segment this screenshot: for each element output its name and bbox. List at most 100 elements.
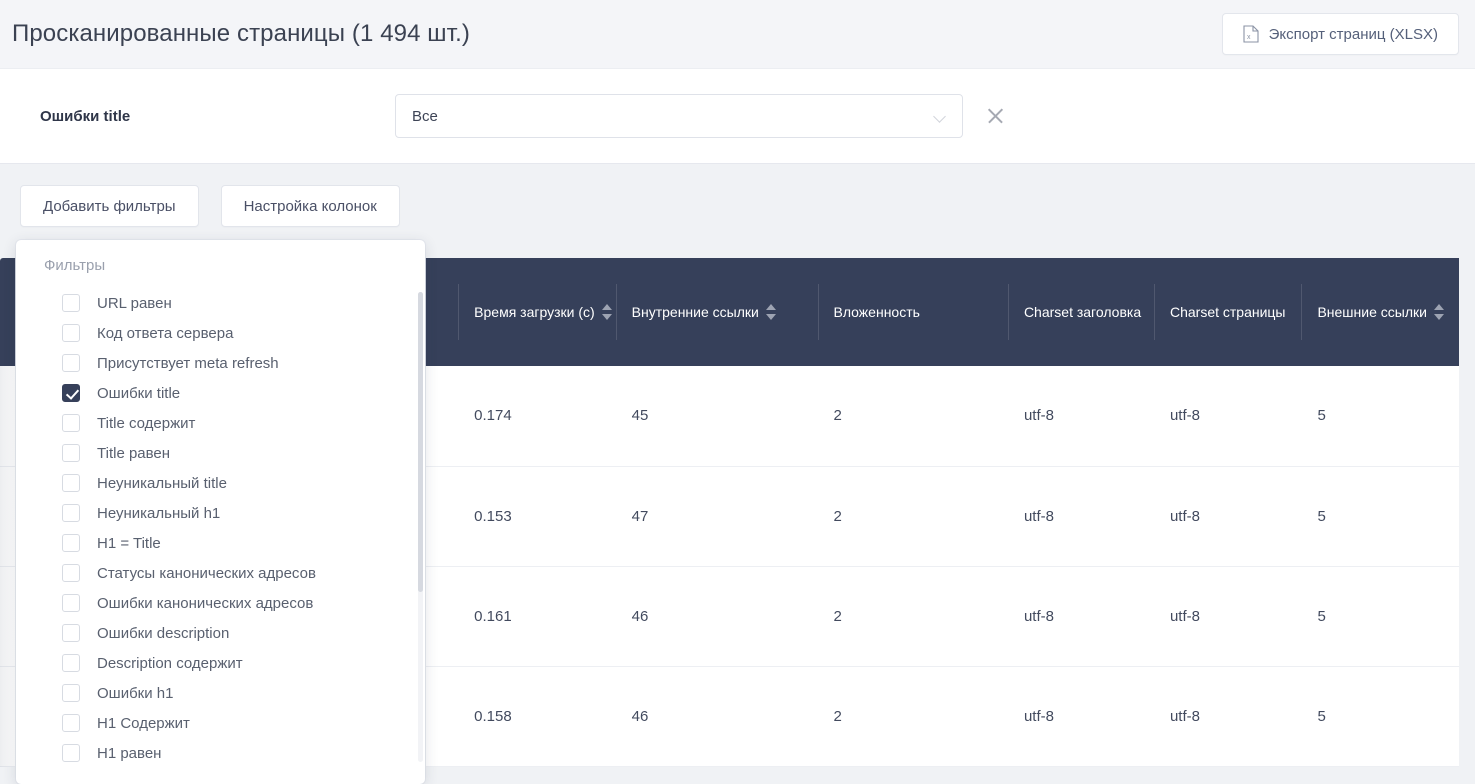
filter-option[interactable]: Неуникальный title: [16, 468, 425, 498]
cell-depth: 2: [817, 666, 1008, 767]
checkbox-icon[interactable]: [62, 684, 80, 702]
checkbox-icon[interactable]: [62, 714, 80, 732]
filter-option[interactable]: H1 = Title: [16, 528, 425, 558]
filter-option-label: Статусы канонических адресов: [97, 564, 316, 582]
cell-charset-page: utf-8: [1153, 666, 1302, 767]
cell-external-links: 5: [1301, 666, 1459, 767]
filter-option[interactable]: Description содержит: [16, 648, 425, 678]
filters-panel-scrollbar[interactable]: [418, 292, 423, 762]
checkbox-checked-icon[interactable]: [62, 384, 80, 402]
filters-dropdown-panel: Фильтры URL равен Код ответа сервера Прису…: [16, 240, 425, 784]
column-header-5: Вложенность: [817, 258, 1008, 366]
cell-internal-links: 46: [615, 666, 818, 767]
filter-option-label: Присутствует meta refresh: [97, 354, 279, 372]
cell-charset-page: utf-8: [1153, 566, 1302, 667]
chevron-down-icon: [934, 112, 948, 121]
column-header-8[interactable]: Внешние ссылки: [1301, 258, 1459, 366]
filter-option-label: Title содержит: [97, 414, 196, 432]
cell-depth: 2: [817, 566, 1008, 667]
filter-option-label: H1 Содержит: [97, 714, 190, 732]
cell-load-time: 0.174: [458, 366, 616, 467]
file-excel-icon: x: [1243, 25, 1259, 43]
checkbox-icon[interactable]: [62, 534, 80, 552]
sort-arrows-icon[interactable]: [601, 302, 612, 322]
filter-option[interactable]: Неуникальный h1: [16, 498, 425, 528]
sort-arrows-icon[interactable]: [1433, 302, 1444, 322]
cell-internal-links: 47: [615, 466, 818, 567]
active-filter-label: Ошибки title: [40, 107, 131, 125]
page-header: Просканированные страницы (1 494 шт.) x …: [0, 0, 1475, 68]
column-header-label: Внешние ссылки: [1317, 303, 1427, 320]
filter-option-label: Ошибки канонических адресов: [97, 594, 314, 612]
checkbox-icon[interactable]: [62, 594, 80, 612]
svg-text:x: x: [1247, 34, 1251, 41]
filter-option[interactable]: Ошибки title: [16, 378, 425, 408]
filter-option-label: Ошибки h1: [97, 684, 174, 702]
cell-charset-page: utf-8: [1153, 466, 1302, 567]
export-pages-label: Экспорт страниц (XLSX): [1268, 25, 1438, 43]
filter-option[interactable]: URL равен: [16, 288, 425, 318]
cell-depth: 2: [817, 366, 1008, 467]
filter-option-label: Ошибки title: [97, 384, 181, 402]
column-header-label: Вложенность: [833, 303, 920, 320]
cell-load-time: 0.153: [458, 466, 616, 567]
cell-external-links: 5: [1301, 366, 1459, 467]
add-filters-button[interactable]: Добавить фильтры: [20, 185, 199, 227]
cell-load-time: 0.158: [458, 666, 616, 767]
remove-filter-button[interactable]: [983, 103, 1009, 129]
filter-option[interactable]: Title содержит: [16, 408, 425, 438]
sort-arrows-icon[interactable]: [765, 302, 776, 322]
filter-option-label: Description содержит: [97, 654, 243, 672]
checkbox-icon[interactable]: [62, 294, 80, 312]
cell-charset-header: utf-8: [1007, 466, 1154, 567]
column-header-label: Charset заголовка: [1023, 303, 1142, 320]
checkbox-icon[interactable]: [62, 504, 80, 522]
checkbox-icon[interactable]: [62, 354, 80, 372]
filters-panel-heading: Фильтры: [44, 257, 106, 274]
column-header-label: Внутренние ссылки: [631, 303, 759, 320]
filter-option[interactable]: Код ответа сервера: [16, 318, 425, 348]
checkbox-icon[interactable]: [62, 324, 80, 342]
filter-option[interactable]: H1 равен: [16, 738, 425, 768]
checkbox-icon[interactable]: [62, 744, 80, 762]
checkbox-icon[interactable]: [62, 474, 80, 492]
filter-option-label: URL равен: [97, 294, 172, 312]
export-pages-button[interactable]: x Экспорт страниц (XLSX): [1221, 13, 1459, 55]
table-actions: Добавить фильтры Настройка колонок: [0, 164, 1475, 234]
active-filter-select[interactable]: Все: [395, 94, 963, 138]
checkbox-icon[interactable]: [62, 624, 80, 642]
column-header-label: Charset страницы: [1169, 303, 1286, 320]
filters-checkbox-list: URL равен Код ответа сервера Присутствует …: [16, 274, 425, 780]
filter-option[interactable]: Присутствует meta refresh: [16, 348, 425, 378]
active-filter-row: Ошибки title Все: [0, 68, 1475, 164]
column-header-4[interactable]: Внутренние ссылки: [615, 258, 818, 366]
active-filter-select-value: Все: [412, 107, 438, 125]
cell-charset-header: utf-8: [1007, 566, 1154, 667]
checkbox-icon[interactable]: [62, 414, 80, 432]
filter-option-label: H1 равен: [97, 744, 162, 762]
filter-option[interactable]: Title равен: [16, 438, 425, 468]
column-header-7: Charset страницы: [1153, 258, 1302, 366]
cell-internal-links: 46: [615, 566, 818, 667]
page-title: Просканированные страницы (1 494 шт.): [12, 20, 470, 47]
filter-option[interactable]: Ошибки description: [16, 618, 425, 648]
filter-option-label: H1 = Title: [97, 534, 161, 552]
checkbox-icon[interactable]: [62, 654, 80, 672]
column-header-label: Время загрузки (с): [474, 303, 595, 320]
column-header-3[interactable]: Время загрузки (с): [458, 258, 616, 366]
filter-option[interactable]: Статусы канонических адресов: [16, 558, 425, 588]
column-settings-button[interactable]: Настройка колонок: [220, 185, 400, 227]
cell-external-links: 5: [1301, 466, 1459, 567]
filter-option-label: Неуникальный title: [97, 474, 227, 492]
cell-internal-links: 45: [615, 366, 818, 467]
filter-option[interactable]: Ошибки h1: [16, 678, 425, 708]
filter-option[interactable]: H1 Содержит: [16, 708, 425, 738]
filter-option-label: Ошибки description: [97, 624, 230, 642]
cell-external-links: 5: [1301, 566, 1459, 667]
checkbox-icon[interactable]: [62, 444, 80, 462]
column-header-6: Charset заголовка: [1007, 258, 1154, 366]
filter-option[interactable]: Ошибки канонических адресов: [16, 588, 425, 618]
checkbox-icon[interactable]: [62, 564, 80, 582]
cell-charset-header: utf-8: [1007, 666, 1154, 767]
scrollbar-thumb[interactable]: [418, 292, 423, 592]
